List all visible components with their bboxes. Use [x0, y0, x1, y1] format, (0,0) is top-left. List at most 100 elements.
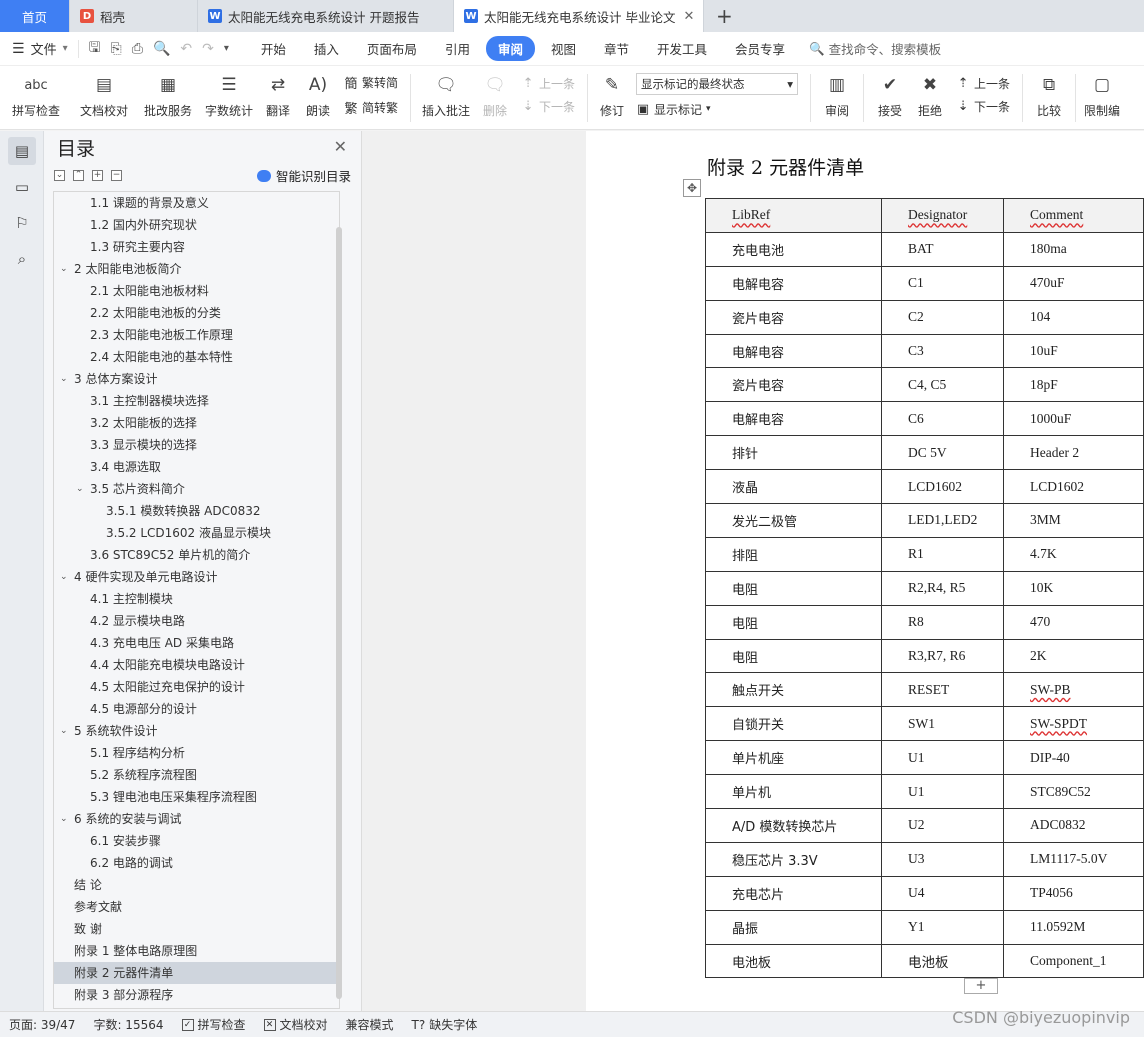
ribbon-tab[interactable]: 审阅: [485, 36, 535, 61]
table-cell[interactable]: 充电电池: [705, 231, 882, 267]
word-count-indicator[interactable]: 字数: 15564: [84, 1016, 172, 1033]
print-preview-icon[interactable]: 🔍: [153, 41, 170, 57]
toc-item[interactable]: 3.2 太阳能板的选择: [54, 412, 339, 434]
chevron-down-icon[interactable]: ▾: [224, 43, 229, 54]
show-markup-button[interactable]: ▣ 显示标记 ▾: [636, 101, 798, 118]
table-cell[interactable]: C6: [881, 401, 1004, 437]
toc-item[interactable]: 结 论: [54, 874, 339, 896]
table-cell[interactable]: RESET: [881, 672, 1004, 708]
table-cell[interactable]: 晶振: [705, 909, 882, 945]
scrollbar-thumb[interactable]: [336, 227, 342, 999]
translate-button[interactable]: ⇄ 翻译: [258, 66, 298, 126]
toc-item[interactable]: 4.3 充电电压 AD 采集电路: [54, 632, 339, 654]
toc-item[interactable]: 6.1 安装步骤: [54, 830, 339, 852]
table-cell[interactable]: 单片机座: [705, 740, 882, 776]
format-painter-icon[interactable]: ⎘: [111, 41, 122, 57]
table-cell[interactable]: BAT: [881, 231, 1004, 267]
toc-item[interactable]: 3.4 电源选取: [54, 456, 339, 478]
table-cell[interactable]: Y1: [881, 909, 1004, 945]
toc-item[interactable]: 2.1 太阳能电池板材料: [54, 280, 339, 302]
table-cell[interactable]: U1: [881, 740, 1004, 776]
ribbon-tab[interactable]: 开始: [249, 36, 298, 61]
toc-item[interactable]: 3.1 主控制器模块选择: [54, 390, 339, 412]
chapter-nav-icon[interactable]: ▭: [8, 173, 36, 201]
tab-home[interactable]: 首页: [0, 0, 70, 32]
toc-item[interactable]: 3.5.1 模数转换器 ADC0832: [54, 500, 339, 522]
close-icon[interactable]: ✕: [334, 137, 347, 156]
file-menu[interactable]: ☰ 文件 ▾: [0, 39, 78, 59]
table-cell[interactable]: R8: [881, 604, 1004, 640]
markup-state-select[interactable]: 显示标记的最终状态 ▾: [636, 72, 799, 95]
add-row-button[interactable]: +: [964, 978, 998, 994]
table-cell[interactable]: 发光二极管: [705, 503, 882, 538]
toc-item[interactable]: 5.2 系统程序流程图: [54, 764, 339, 786]
table-cell[interactable]: 3MM: [1003, 503, 1144, 538]
table-cell[interactable]: LED1,LED2: [881, 503, 1004, 538]
table-cell[interactable]: 电阻: [705, 604, 882, 640]
toc-item[interactable]: 1.2 国内外研究现状: [54, 214, 339, 236]
insert-comment-button[interactable]: 🗨 插入批注: [417, 66, 475, 126]
toc-item[interactable]: ⌄ 3.5 芯片资料简介: [54, 478, 339, 500]
prev-comment-button[interactable]: ⇡ 上一条: [521, 75, 575, 92]
table-cell[interactable]: U2: [881, 808, 1004, 843]
table-cell[interactable]: 稳压芯片 3.3V: [705, 841, 882, 877]
redo-icon[interactable]: ↷: [202, 41, 214, 57]
word-count-button[interactable]: ☰ 字数统计: [200, 66, 258, 126]
toc-item[interactable]: 附录 2 元器件清单: [54, 962, 339, 984]
toc-item[interactable]: ⌄ 3 总体方案设计: [54, 368, 339, 390]
table-cell[interactable]: SW-PB: [1003, 672, 1144, 708]
ribbon-tab[interactable]: 插入: [302, 36, 351, 61]
save-icon[interactable]: 🖫: [89, 37, 101, 61]
toc-item[interactable]: 5.3 锂电池电压采集程序流程图: [54, 786, 339, 808]
table-cell[interactable]: 电解电容: [705, 401, 882, 437]
table-cell[interactable]: 电池板: [881, 943, 1004, 979]
compare-button[interactable]: ⧉ 比较: [1029, 66, 1069, 126]
compat-mode[interactable]: 兼容模式: [337, 1016, 403, 1033]
collapse-all-icon[interactable]: ⌄: [54, 169, 65, 181]
table-cell[interactable]: 液晶: [705, 469, 882, 505]
ribbon-tab[interactable]: 页面布局: [355, 36, 429, 61]
table-cell[interactable]: 470: [1003, 604, 1144, 640]
table-cell[interactable]: R2,R4, R5: [881, 570, 1004, 606]
tab-thesis-doc[interactable]: W 太阳能无线充电系统设计 毕业论文 ✕: [454, 0, 704, 32]
table-cell[interactable]: 充电芯片: [705, 875, 882, 911]
table-cell[interactable]: TP4056: [1003, 875, 1144, 911]
table-cell[interactable]: 单片机: [705, 774, 882, 810]
remove-entry-icon[interactable]: −: [111, 169, 122, 181]
command-search[interactable]: 🔍 查找命令、搜索模板: [809, 39, 941, 58]
toc-item[interactable]: 5.1 程序结构分析: [54, 742, 339, 764]
table-cell[interactable]: 2K: [1003, 638, 1144, 674]
spell-check-button[interactable]: abc 拼写检查: [0, 66, 72, 126]
trad-to-simp-button[interactable]: 簡繁转简: [344, 73, 398, 92]
table-cell[interactable]: 1000uF: [1003, 401, 1144, 437]
table-cell[interactable]: 18pF: [1003, 367, 1144, 403]
table-cell[interactable]: SW-SPDT: [1003, 706, 1144, 742]
ribbon-tab[interactable]: 会员专享: [723, 36, 797, 61]
table-cell[interactable]: C4, C5: [881, 367, 1004, 403]
toc-panel-icon[interactable]: ▤: [8, 137, 36, 165]
table-cell[interactable]: 11.0592M: [1003, 909, 1144, 945]
bookmark-icon[interactable]: ⚐: [8, 209, 36, 237]
toc-item[interactable]: 4.5 电源部分的设计: [54, 698, 339, 720]
ribbon-tab[interactable]: 引用: [433, 36, 482, 61]
add-entry-icon[interactable]: +: [92, 169, 103, 181]
table-cell[interactable]: LM1117-5.0V: [1003, 841, 1144, 877]
tab-proposal-doc[interactable]: W 太阳能无线充电系统设计 开题报告: [198, 0, 454, 32]
table-cell[interactable]: 排阻: [705, 536, 882, 572]
toc-item[interactable]: 致 谢: [54, 918, 339, 940]
table-cell[interactable]: ADC0832: [1003, 808, 1144, 843]
next-comment-button[interactable]: ⇣ 下一条: [521, 98, 575, 115]
toc-item[interactable]: ⌄ 4 硬件实现及单元电路设计: [54, 566, 339, 588]
table-cell[interactable]: Header 2: [1003, 435, 1144, 471]
table-cell[interactable]: U3: [881, 841, 1004, 877]
toc-item[interactable]: 3.5.2 LCD1602 液晶显示模块: [54, 522, 339, 544]
expand-chevron-icon[interactable]: ⌄: [60, 720, 68, 742]
toc-item[interactable]: 4.2 显示模块电路: [54, 610, 339, 632]
table-cell[interactable]: A/D 模数转换芯片: [705, 808, 882, 843]
toc-item[interactable]: 6.2 电路的调试: [54, 852, 339, 874]
table-cell[interactable]: R3,R7, R6: [881, 638, 1004, 674]
expand-chevron-icon[interactable]: ⌄: [60, 808, 68, 830]
expand-chevron-icon[interactable]: ⌄: [60, 368, 68, 390]
table-cell[interactable]: 4.7K: [1003, 536, 1144, 572]
toc-item[interactable]: 附录 1 整体电路原理图: [54, 940, 339, 962]
